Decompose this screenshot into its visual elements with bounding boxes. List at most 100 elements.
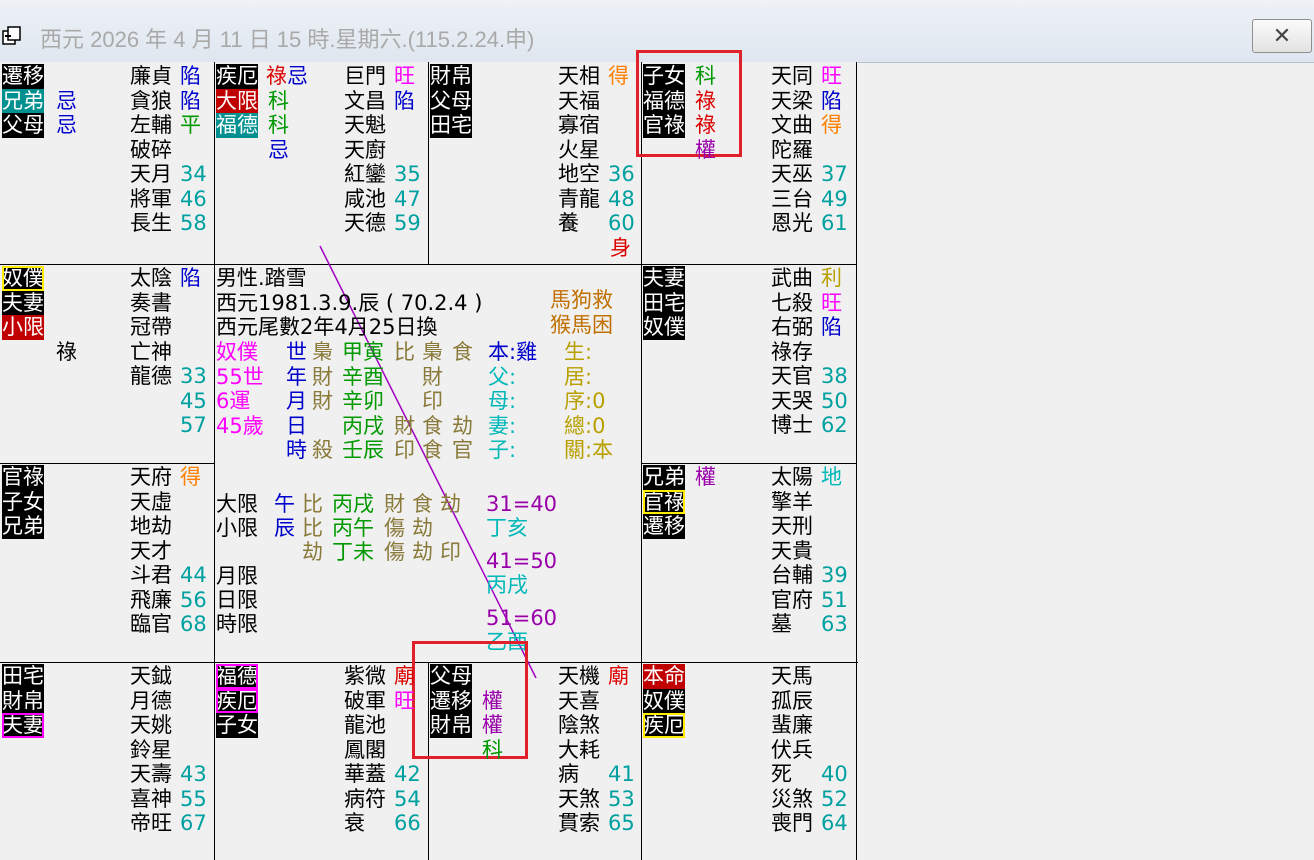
relation: 妻: — [488, 413, 517, 438]
pillar-stem: 丙戌 — [342, 413, 384, 438]
transform-mark: 科 — [268, 88, 289, 113]
star-mark: 得 — [608, 64, 629, 88]
star-name: 月德 — [130, 688, 172, 713]
star-mark: 陷 — [821, 315, 842, 339]
palace-p2[interactable]: 疾厄 大限 福德祿忌科科忌巨門旺文昌陷天魁 天廚 紅鑾 35 咸池 47 天德 59 — [214, 62, 428, 262]
star-name: 天姚 — [130, 713, 172, 737]
limit-stem: 丙戌 — [332, 492, 374, 516]
star-mark: 旺 — [821, 290, 842, 315]
star-name: 斗君 — [130, 563, 172, 587]
palace-p5[interactable]: 奴僕 夫妻 小限祿 太陰陷奏書 冠帶 亡神 龍德 33 45 57 — [0, 264, 214, 464]
palace-p4[interactable]: 子女 福德 官祿 科祿祿權 天同旺天梁陷文曲得陀羅 天巫 37 三台 49 恩光 61 — [641, 62, 855, 262]
transform-mark: 祿 — [695, 88, 716, 113]
close-button[interactable]: ✕ — [1252, 19, 1312, 53]
pillar-god: 財 — [422, 364, 443, 389]
star-name: 災煞 — [771, 786, 813, 811]
limit-branch: 午 — [274, 492, 295, 516]
palace-label: 遷移 — [2, 64, 44, 89]
range-stem: 丙戌 — [486, 573, 528, 597]
star-name: 伏兵 — [771, 737, 813, 762]
star-name: 天哭 — [771, 388, 813, 413]
pillar-god: 財 — [312, 389, 333, 413]
transform-mark: 祿 — [695, 113, 716, 137]
palace-label: 奴僕 — [643, 315, 685, 340]
star-mark: 49 — [821, 186, 848, 211]
star-name: 天府 — [130, 465, 172, 489]
star-name: 孤辰 — [771, 688, 813, 713]
palace-p10[interactable]: 福德 疾厄 子女 紫微廟破軍旺龍池 鳳閣 華蓋 42 病符 54 衰 66 — [214, 662, 428, 860]
palace-p3[interactable]: 財帛 父母 田宅 天相得天福 寡宿 火星 地空 36 青龍 48 養 60 身 — [428, 62, 642, 262]
star-name: 青龍 — [558, 186, 600, 211]
star-name: 天才 — [130, 538, 172, 563]
limit-god: 劫 — [412, 516, 433, 540]
star-name: 寡宿 — [558, 113, 600, 137]
palace-p11[interactable]: 父母 遷移 財帛權權科 天機廟天喜 陰煞 大耗病 41 天煞 53 貫索 65 — [428, 662, 642, 860]
limit-god: 劫 — [440, 492, 461, 516]
star-name: 天官 — [771, 364, 813, 388]
palace-label: 父母 — [2, 113, 44, 138]
star-mark: 62 — [821, 413, 848, 437]
star-name: 天刑 — [771, 514, 813, 538]
star-mark: 陷 — [821, 88, 842, 113]
palace-p12[interactable]: 本命 奴僕 疾厄 天馬 孤辰 蜚廉 伏兵死 40 災煞 52 喪門 64 — [641, 662, 855, 860]
pillar-god: 比 — [394, 340, 415, 364]
palace-p8[interactable]: 兄弟 官祿 遷移 權 太陽地擎羊 天刑 天貴 台輔 39 官府 51 墓 63 — [641, 463, 855, 663]
palace-label: 本命 — [643, 664, 685, 689]
limit-god: 比 — [302, 492, 323, 516]
life-stat: 關:本 — [564, 438, 614, 462]
palace-p1[interactable]: 遷移 兄弟 父母忌忌 廉貞陷貪狼陷左輔平破碎 天月 34 將軍 46 長生 58 — [0, 62, 214, 262]
palace-label: 子女 — [643, 64, 685, 89]
age-range: 51=60 — [486, 606, 558, 630]
palace-p6[interactable]: 夫妻 田宅 奴僕 武曲利七殺旺右弼陷祿存 天官 38 天哭 50 博士 62 — [641, 264, 855, 464]
age-range: 41=50 — [486, 549, 558, 573]
palace-label: 夫妻 — [2, 713, 44, 738]
transform-mark: 科 — [482, 737, 503, 762]
palace-label: 大限 — [216, 88, 258, 113]
star-mark: 64 — [821, 811, 848, 835]
star-name: 天虛 — [130, 489, 172, 514]
star-name: 左輔 — [130, 113, 172, 137]
app-icon[interactable] — [2, 26, 22, 46]
transform-mark: 科 — [268, 113, 289, 137]
star-name: 貪狼 — [130, 88, 172, 113]
birth-date: 西元1981.3.9.辰 ( 70.2.4 ) — [216, 290, 483, 315]
limit-god: 劫 — [412, 540, 433, 564]
star-name: 陰煞 — [558, 713, 600, 737]
pillar-stem: 甲寅 — [342, 340, 384, 364]
star-mark: 63 — [821, 612, 848, 636]
star-name: 長生 — [130, 211, 172, 235]
palace-label: 福德 — [216, 664, 258, 689]
palace-label: 田宅 — [430, 113, 472, 138]
star-mark: 得 — [180, 465, 201, 489]
star-name: 天貴 — [771, 538, 813, 563]
star-mark: 平 — [180, 113, 201, 137]
star-name: 破軍 — [344, 688, 386, 713]
star-name: 文昌 — [344, 88, 386, 113]
palace-label: 財帛 — [430, 713, 472, 738]
limit-stem: 丁未 — [332, 540, 374, 564]
pillar-god: 官 — [452, 438, 473, 462]
star-name: 咸池 — [344, 186, 386, 211]
transform-mark: 忌 — [268, 137, 289, 162]
pillar-label: 6運 — [216, 389, 251, 413]
palace-label: 疾厄 — [643, 713, 685, 738]
palace-label: 夫妻 — [2, 290, 44, 315]
pillar-god: 梟 — [312, 340, 333, 364]
palace-label: 兄弟 — [2, 514, 44, 539]
star-name: 地劫 — [130, 514, 172, 538]
star-name: 廉貞 — [130, 64, 172, 88]
star-name: 破碎 — [130, 137, 172, 162]
pillar-god: 印 — [394, 438, 415, 462]
limit-label: 大限 — [216, 492, 258, 516]
pillar-label: 55世 — [216, 364, 264, 389]
relation: 本:雞 — [488, 340, 538, 364]
pillar-god: 食 — [452, 340, 473, 364]
star-mark: 35 — [394, 162, 421, 186]
relation: 子: — [488, 438, 517, 462]
palace-p7[interactable]: 官祿 子女 兄弟 天府得天虛 地劫 天才 斗君 44 飛廉 56 臨官 68 — [0, 463, 214, 663]
star-mark: 54 — [394, 786, 421, 811]
palace-label: 小限 — [2, 315, 44, 340]
palace-p9[interactable]: 田宅 財帛 夫妻 天鉞 月德 天姚 鈴星 天壽 43 喜神 55 帝旺 67 — [0, 662, 214, 860]
body-mark: 身 — [610, 235, 631, 260]
star-name: 天壽 — [130, 762, 172, 786]
